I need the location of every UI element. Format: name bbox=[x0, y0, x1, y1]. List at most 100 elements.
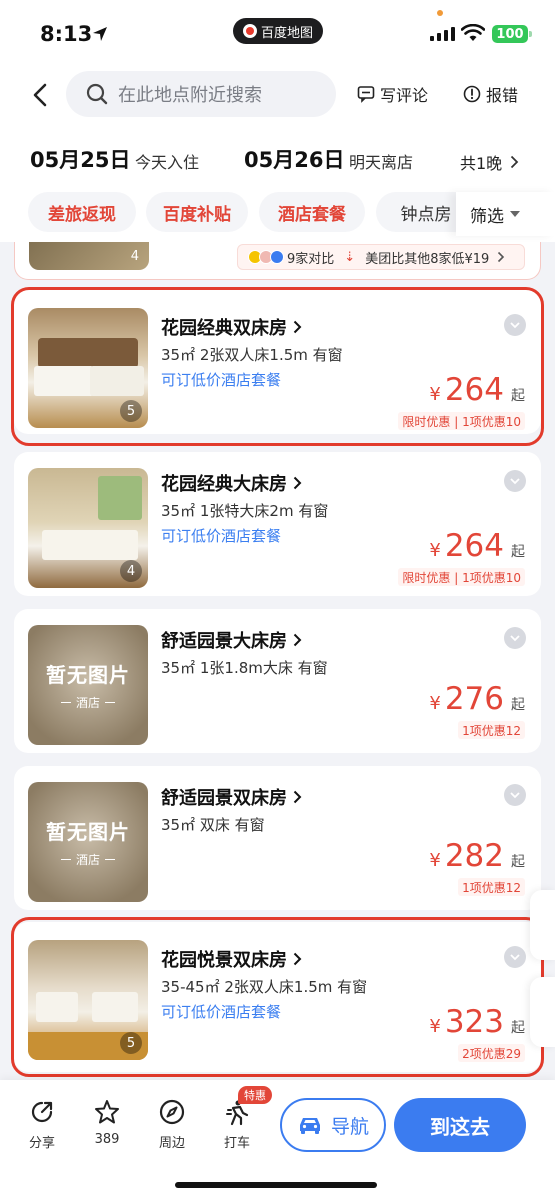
package-link[interactable]: 可订低价酒店套餐 bbox=[161, 1001, 281, 1022]
chip-baidu-subsidy[interactable]: 百度补贴 bbox=[146, 192, 248, 232]
app-indicator-pill[interactable]: 百度地图 bbox=[233, 18, 323, 44]
expand-button[interactable] bbox=[504, 470, 526, 492]
chevron-right-icon bbox=[498, 251, 505, 263]
room-card[interactable]: 暂无图片 酒店 舒适园景双床房 35㎡ 双床 有窗 ¥ 282 起 1项优惠12 bbox=[14, 766, 541, 910]
chevron-down-icon bbox=[510, 953, 520, 960]
price-suffix: 起 bbox=[511, 544, 525, 560]
navigate-label: 导航 bbox=[330, 1115, 369, 1138]
room-name: 花园经典大床房 bbox=[161, 474, 287, 495]
price-compare-pill[interactable]: 9家对比 ⇣ 美团比其他8家低¥19 bbox=[237, 244, 525, 270]
side-floating-tab[interactable] bbox=[530, 977, 555, 1047]
no-image-label: 暂无图片 bbox=[46, 663, 130, 687]
package-link[interactable]: 可订低价酒店套餐 bbox=[161, 525, 281, 546]
room-title[interactable]: 花园经典大床房 bbox=[161, 470, 302, 496]
chevron-right-icon bbox=[293, 476, 302, 490]
nights-selector[interactable]: 共1晚 bbox=[460, 150, 519, 174]
promo-tag: 限时优惠 | 1项优惠10 bbox=[398, 568, 525, 586]
report-label: 报错 bbox=[486, 86, 519, 105]
checkout-date[interactable]: 05月26日 bbox=[244, 144, 344, 174]
room-title[interactable]: 舒适园景双床房 bbox=[161, 784, 302, 810]
room-photo[interactable]: 5 bbox=[28, 940, 148, 1060]
room-name: 花园经典双床房 bbox=[161, 318, 287, 339]
home-indicator[interactable] bbox=[175, 1182, 377, 1188]
room-name: 舒适园景双床房 bbox=[161, 788, 287, 809]
expand-button[interactable] bbox=[504, 784, 526, 806]
promo-tag: 2项优惠29 bbox=[458, 1044, 525, 1062]
room-price: ¥ 323 起 bbox=[429, 1004, 525, 1040]
room-card[interactable]: 4 花园经典大床房 35㎡ 1张特大床2m 有窗 可订低价酒店套餐 ¥ 264 … bbox=[14, 452, 541, 596]
room-card[interactable]: 5 花园悦景双床房 35-45㎡ 2张双人床1.5m 有窗 可订低价酒店套餐 ¥… bbox=[14, 922, 541, 1072]
filter-label: 筛选 bbox=[470, 206, 504, 227]
promo-tag: 1项优惠12 bbox=[458, 721, 525, 739]
price-value: 276 bbox=[444, 681, 504, 717]
chevron-down-icon bbox=[510, 634, 520, 641]
room-photo-placeholder[interactable]: 暂无图片 酒店 bbox=[28, 625, 148, 745]
comment-icon bbox=[357, 86, 375, 103]
nights-label: 共1晚 bbox=[460, 154, 503, 173]
room-list[interactable]: 4 9家对比 ⇣ 美团比其他8家低¥19 5 花园经典双床房 35㎡ 2张双人床… bbox=[0, 242, 555, 1080]
compass-icon bbox=[159, 1099, 185, 1125]
room-card[interactable]: 5 花园经典双床房 35㎡ 2张双人床1.5m 有窗 可订低价酒店套餐 ¥ 26… bbox=[14, 290, 541, 434]
chevron-down-icon bbox=[510, 791, 520, 798]
price-value: 282 bbox=[444, 838, 504, 874]
side-floating-tab[interactable] bbox=[530, 890, 555, 960]
battery-icon: 100 bbox=[492, 25, 532, 43]
price-value: 264 bbox=[444, 528, 504, 564]
checkin-label: 今天入住 bbox=[135, 153, 200, 172]
filter-button[interactable]: 筛选 bbox=[456, 192, 555, 236]
room-spec: 35㎡ 1张1.8m大床 有窗 bbox=[161, 659, 328, 677]
room-photo[interactable]: 4 bbox=[28, 468, 148, 588]
no-image-sub: 酒店 bbox=[60, 851, 115, 868]
report-button[interactable]: 报错 bbox=[463, 82, 518, 106]
date-selector[interactable]: 05月25日 今天入住 05月26日 明天离店 共1晚 bbox=[0, 144, 555, 180]
back-arrow-icon[interactable] bbox=[28, 82, 54, 108]
room-title[interactable]: 花园经典双床房 bbox=[161, 314, 302, 340]
package-link[interactable]: 可订低价酒店套餐 bbox=[161, 369, 281, 390]
baidu-map-logo-icon bbox=[242, 24, 257, 38]
go-here-label: 到这去 bbox=[430, 1114, 490, 1139]
photo-count: 5 bbox=[120, 400, 142, 422]
price-suffix: 起 bbox=[511, 697, 525, 713]
wifi-icon bbox=[461, 24, 485, 41]
search-placeholder: 在此地点附近搜索 bbox=[118, 85, 262, 106]
previous-room-card[interactable]: 4 9家对比 ⇣ 美团比其他8家低¥19 bbox=[14, 242, 541, 280]
favorite-button[interactable]: 389 bbox=[82, 1098, 132, 1147]
price-trend-icon: ⇣ bbox=[344, 249, 356, 265]
search-input[interactable]: 在此地点附近搜索 bbox=[66, 71, 336, 117]
room-price: ¥ 264 起 bbox=[429, 372, 525, 408]
room-photo-placeholder[interactable]: 暂无图片 酒店 bbox=[28, 782, 148, 902]
special-offer-badge: 特惠 bbox=[238, 1086, 272, 1104]
checkout-label: 明天离店 bbox=[349, 153, 414, 172]
room-title[interactable]: 舒适园景大床房 bbox=[161, 627, 302, 653]
status-time: 8:13 bbox=[40, 22, 93, 46]
write-review-button[interactable]: 写评论 bbox=[357, 82, 428, 106]
taxi-button[interactable]: 打车 bbox=[212, 1098, 262, 1151]
expand-button[interactable] bbox=[504, 314, 526, 336]
chip-business-cashback[interactable]: 差旅返现 bbox=[28, 192, 136, 232]
nearby-button[interactable]: 周边 bbox=[147, 1098, 197, 1151]
chevron-right-icon bbox=[293, 790, 302, 804]
price-suffix: 起 bbox=[511, 1020, 525, 1036]
currency-symbol: ¥ bbox=[429, 540, 441, 561]
room-card[interactable]: 暂无图片 酒店 舒适园景大床房 35㎡ 1张1.8m大床 有窗 ¥ 276 起 … bbox=[14, 609, 541, 753]
header: 在此地点附近搜索 写评论 报错 05月25日 今天入住 05月26日 明天离店 … bbox=[0, 62, 555, 242]
bottom-action-bar: 分享 389 周边 打车 特惠 导航 到这去 bbox=[0, 1080, 555, 1200]
room-photo[interactable]: 5 bbox=[28, 308, 148, 428]
go-here-button[interactable]: 到这去 bbox=[394, 1098, 526, 1152]
room-photo[interactable]: 4 bbox=[29, 242, 149, 270]
chevron-right-icon bbox=[293, 633, 302, 647]
price-value: 323 bbox=[444, 1004, 504, 1040]
car-icon bbox=[299, 1118, 320, 1134]
room-title[interactable]: 花园悦景双床房 bbox=[161, 946, 302, 972]
platform-logos-icon bbox=[248, 250, 284, 264]
expand-button[interactable] bbox=[504, 946, 526, 968]
chip-hotel-package[interactable]: 酒店套餐 bbox=[259, 192, 365, 232]
expand-button[interactable] bbox=[504, 627, 526, 649]
room-name: 舒适园景大床房 bbox=[161, 631, 287, 652]
navigate-button[interactable]: 导航 bbox=[280, 1098, 386, 1152]
chevron-down-icon bbox=[510, 477, 520, 484]
checkin-date[interactable]: 05月25日 bbox=[30, 144, 130, 174]
share-button[interactable]: 分享 bbox=[17, 1098, 67, 1151]
chevron-right-icon bbox=[511, 155, 519, 169]
taxi-label: 打车 bbox=[223, 1136, 250, 1151]
